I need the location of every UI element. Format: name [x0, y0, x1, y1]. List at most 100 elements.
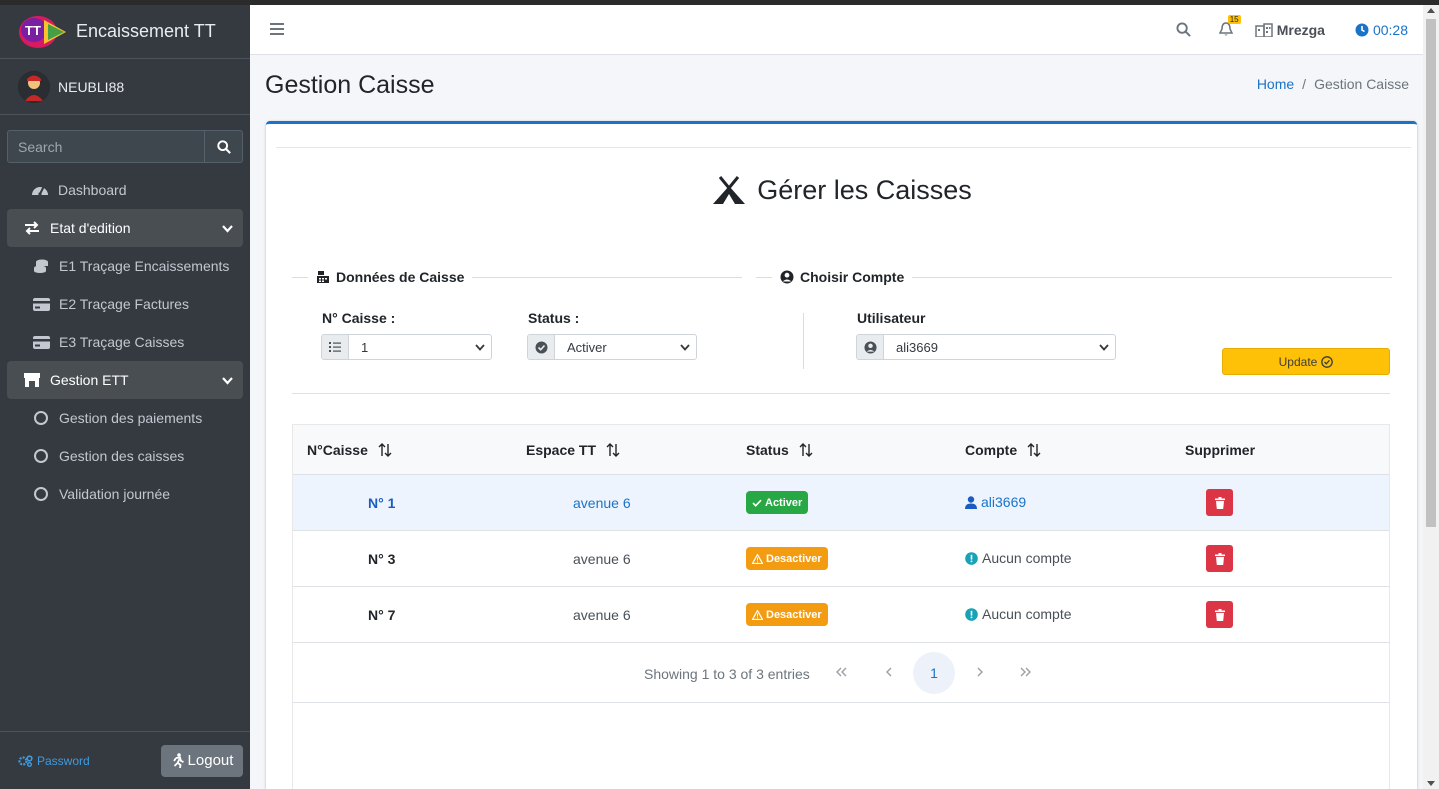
- sidebar-item-etat-edition[interactable]: Etat d'edition: [7, 209, 243, 247]
- warning-icon: [752, 553, 763, 564]
- circle-icon: [32, 447, 50, 465]
- exclamation-circle-icon: [965, 607, 978, 621]
- update-label: Update: [1278, 354, 1318, 369]
- status-badge: Activer: [746, 491, 809, 514]
- notifications-button[interactable]: 15: [1218, 15, 1241, 37]
- utilisateur-value: ali3669: [896, 339, 938, 355]
- cell-num-caisse: N° 3: [368, 551, 396, 567]
- chevron-down-icon: [222, 220, 233, 236]
- pagination-info: Showing 1 to 3 of 3 entries: [644, 666, 810, 682]
- user-circle-icon: [857, 335, 884, 359]
- card-title: Gérer les Caisses: [266, 175, 1417, 206]
- cell-num-caisse: N° 7: [368, 607, 396, 623]
- session-clock: 00:28: [1355, 22, 1408, 38]
- user-name: NEUBLI88: [58, 78, 125, 95]
- sidebar-item-gestion-ett[interactable]: Gestion ETT: [7, 361, 243, 399]
- clock-time: 00:28: [1372, 21, 1408, 38]
- column-header-label: N°Caisse: [307, 442, 368, 458]
- legend-choisir-compte-label: Choisir Compte: [800, 269, 905, 285]
- password-link[interactable]: Password: [18, 754, 90, 768]
- top-navbar: 15 Mrezga 00:28: [250, 5, 1423, 55]
- sort-icon: [378, 443, 392, 457]
- table-row[interactable]: N° 1 avenue 6 Activer ali3669: [293, 475, 1389, 531]
- table-row[interactable]: N° 3 avenue 6 Desactiver Aucun compte: [293, 531, 1389, 587]
- logout-button[interactable]: Logout: [161, 744, 243, 777]
- navbar-search-button[interactable]: [1176, 22, 1191, 37]
- clock-icon: [1355, 23, 1369, 36]
- column-header-label: Supprimer: [1185, 442, 1256, 458]
- scroll-up-icon[interactable]: [1427, 8, 1435, 13]
- sidebar-search: [7, 130, 243, 163]
- page-scrollbar[interactable]: [1423, 5, 1439, 789]
- num-caisse-label: N° Caisse :: [322, 310, 396, 326]
- column-header-supprimer: Supprimer: [1185, 442, 1255, 458]
- sidebar-item-label: Gestion des paiements: [59, 410, 203, 426]
- sidebar-item-label: E2 Traçage Factures: [59, 296, 189, 312]
- avatar: [18, 70, 50, 103]
- column-header-compte[interactable]: Compte: [965, 442, 1041, 458]
- cell-compte[interactable]: ali3669: [965, 494, 1026, 510]
- sidebar-item-e3[interactable]: E3 Traçage Caisses: [7, 323, 243, 361]
- gears-icon: [18, 754, 33, 767]
- sidebar-item-e2[interactable]: E2 Traçage Factures: [7, 285, 243, 323]
- sidebar-item-validation[interactable]: Validation journée: [7, 475, 243, 513]
- breadcrumb-home-link[interactable]: Home: [1257, 76, 1294, 92]
- table-pagination: Showing 1 to 3 of 3 entries 1: [293, 643, 1389, 703]
- sidebar-item-label: E1 Traçage Encaissements: [59, 258, 230, 274]
- sidebar-item-e1[interactable]: E1 Traçage Encaissements: [7, 247, 243, 285]
- circle-icon: [32, 409, 50, 427]
- cell-espace-tt: avenue 6: [573, 551, 631, 567]
- sidebar-item-label: Validation journée: [59, 486, 171, 502]
- sidebar-footer: Password Logout: [0, 731, 250, 789]
- table-row[interactable]: N° 7 avenue 6 Desactiver Aucun compte: [293, 587, 1389, 643]
- page-button-current[interactable]: 1: [913, 652, 955, 694]
- scrollbar-thumb[interactable]: [1426, 19, 1436, 527]
- list-ol-icon: [322, 335, 349, 359]
- sidebar-item-paiements[interactable]: Gestion des paiements: [7, 399, 243, 437]
- num-caisse-select[interactable]: 1: [321, 334, 492, 360]
- cell-num-caisse: N° 1: [368, 495, 396, 511]
- update-button[interactable]: Update: [1222, 348, 1390, 375]
- prev-page-icon[interactable]: [885, 664, 893, 680]
- sidebar-item-label: Gestion des caisses: [59, 448, 185, 464]
- chevron-down-icon: [1093, 335, 1115, 359]
- sort-icon: [606, 443, 620, 457]
- credit-card-icon: [32, 333, 50, 351]
- delete-button[interactable]: [1206, 601, 1233, 628]
- last-page-icon[interactable]: [1019, 664, 1032, 680]
- breadcrumb-current: Gestion Caisse: [1314, 76, 1409, 92]
- cell-compte-label: Aucun compte: [982, 550, 1072, 566]
- chevron-down-icon: [674, 335, 696, 359]
- card-title-text: Gérer les Caisses: [757, 175, 972, 205]
- scroll-down-icon[interactable]: [1427, 781, 1435, 786]
- column-header-espace-tt[interactable]: Espace TT: [526, 442, 620, 458]
- column-header-num-caisse[interactable]: N°Caisse: [307, 442, 392, 458]
- sidebar-item-dashboard[interactable]: Dashboard: [7, 171, 243, 209]
- password-label: Password: [37, 753, 90, 768]
- cash-register-icon: [317, 271, 329, 283]
- utilisateur-select[interactable]: ali3669: [856, 334, 1116, 360]
- delete-button[interactable]: [1206, 489, 1233, 516]
- sidebar-item-caisses[interactable]: Gestion des caisses: [7, 437, 243, 475]
- caisses-table: N°Caisse Espace TT Status Compte Supprim…: [292, 424, 1390, 789]
- user-panel[interactable]: NEUBLI88: [0, 59, 250, 115]
- organization-menu[interactable]: Mrezga: [1254, 21, 1325, 38]
- exclamation-circle-icon: [965, 551, 978, 565]
- column-header-status[interactable]: Status: [746, 442, 813, 458]
- search-button[interactable]: [204, 130, 243, 163]
- search-icon: [1176, 22, 1191, 37]
- search-input[interactable]: [7, 130, 204, 163]
- brand[interactable]: TT Encaissement TT: [0, 5, 250, 59]
- first-page-icon[interactable]: [835, 664, 848, 680]
- cell-espace-tt: avenue 6: [573, 607, 631, 623]
- status-select[interactable]: Activer: [527, 334, 697, 360]
- sort-icon: [1027, 443, 1041, 457]
- chevron-down-icon: [222, 372, 233, 388]
- menu-toggle-icon[interactable]: [270, 22, 284, 38]
- delete-button[interactable]: [1206, 545, 1233, 572]
- cell-compte: Aucun compte: [965, 606, 1072, 622]
- next-page-icon[interactable]: [976, 664, 984, 680]
- organization-name: Mrezga: [1276, 21, 1325, 38]
- brand-logo-text: TT: [25, 23, 41, 38]
- gauge-icon: [31, 181, 49, 199]
